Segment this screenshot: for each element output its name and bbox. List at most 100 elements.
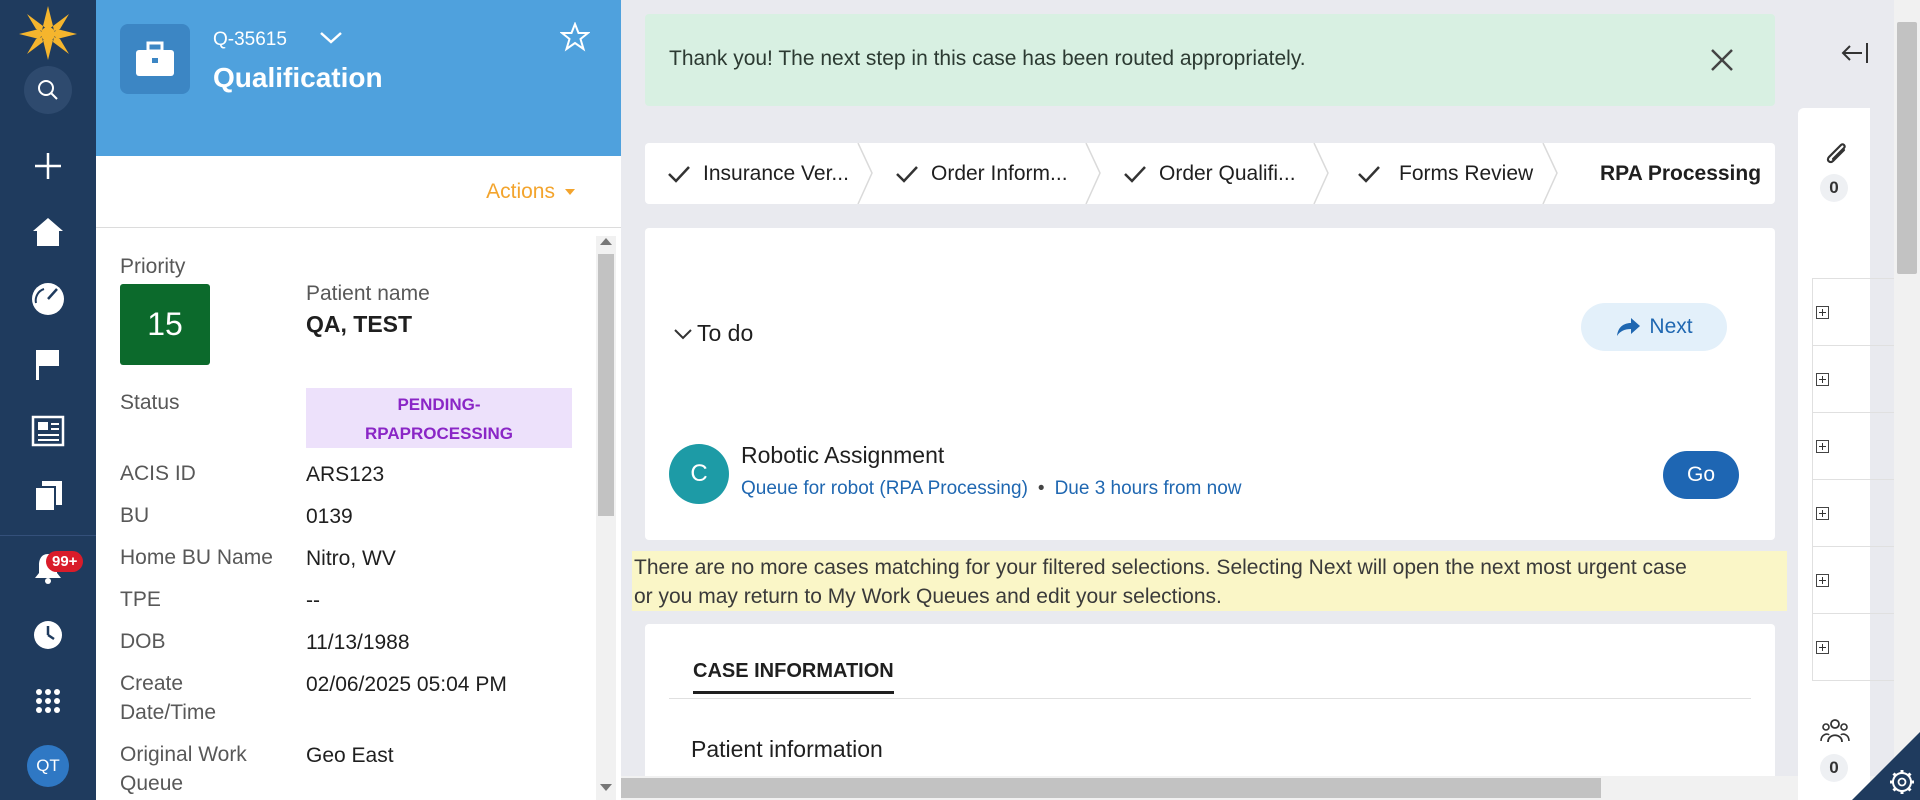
original-work-queue-value: Geo East — [306, 744, 394, 767]
scroll-down-arrow-icon[interactable] — [600, 784, 612, 791]
stage-forms-review[interactable]: Forms Review — [1329, 143, 1558, 204]
user-menu[interactable]: QT — [0, 738, 96, 794]
gauge-icon — [32, 283, 64, 315]
checkmark-icon — [1124, 165, 1146, 183]
todo-toggle[interactable]: To do — [673, 320, 753, 347]
status-value-line1: PENDING- — [397, 395, 481, 414]
home-bu-label: Home BU Name — [120, 546, 273, 569]
widget-row[interactable] — [1813, 413, 1898, 480]
assignment-meta: Queue for robot (RPA Processing) • Due 3… — [741, 478, 1241, 500]
case-menu-toggle[interactable] — [318, 30, 344, 51]
dob-value: 11/13/1988 — [306, 631, 410, 654]
followers-button[interactable] — [1820, 716, 1850, 749]
notifications-nav[interactable]: 99+ — [0, 540, 96, 596]
collapse-utilities-button[interactable] — [1840, 40, 1870, 71]
case-type-badge — [120, 24, 190, 94]
notification-count-badge: 99+ — [46, 551, 84, 572]
grid-icon — [36, 689, 60, 713]
checkmark-icon — [896, 165, 918, 183]
create-button[interactable] — [0, 138, 96, 194]
case-title: Qualification — [213, 62, 383, 93]
status-badge: PENDING- RPAPROCESSING — [306, 388, 572, 448]
horizontal-scroll-thumb[interactable] — [621, 778, 1601, 798]
next-button[interactable]: Next — [1581, 303, 1727, 351]
bu-label: BU — [120, 504, 150, 527]
original-work-queue-label: Original Work Queue — [120, 740, 247, 798]
close-icon — [1711, 49, 1733, 71]
case-details-panel: Actions Priority 15 Patient name QA, TES… — [96, 156, 621, 800]
collapse-arrow-icon — [1841, 43, 1868, 63]
attachments-button[interactable] — [1822, 138, 1852, 175]
stage-label: Order Inform... — [931, 161, 1068, 185]
home-nav[interactable] — [0, 204, 96, 260]
stage-label: RPA Processing — [1600, 161, 1762, 185]
banner-message: Thank you! The next step in this case ha… — [669, 47, 1306, 70]
documents-nav[interactable] — [0, 468, 96, 524]
tab-underline — [669, 698, 1751, 699]
expand-icon — [1816, 640, 1829, 654]
stage-separator — [1085, 143, 1101, 204]
documents-icon — [34, 481, 62, 512]
settings-corner-button[interactable] — [1852, 732, 1920, 800]
home-bu-value: Nitro, WV — [306, 547, 396, 570]
widget-row[interactable] — [1813, 279, 1898, 346]
dashboard-nav[interactable] — [0, 271, 96, 327]
followers-count: 0 — [1820, 754, 1848, 782]
news-nav[interactable] — [0, 403, 96, 459]
widget-row[interactable] — [1813, 480, 1898, 547]
case-id: Q-35615 — [213, 29, 287, 50]
vertical-scroll-thumb[interactable] — [1897, 22, 1917, 274]
success-banner: Thank you! The next step in this case ha… — [645, 14, 1775, 106]
status-label: Status — [120, 391, 180, 414]
attachments-count: 0 — [1820, 174, 1848, 202]
caret-down-icon — [565, 189, 575, 195]
stage-order-information[interactable]: Order Inform... — [873, 143, 1101, 204]
stage-separator — [1313, 143, 1329, 204]
stage-separator — [1542, 143, 1558, 204]
app-logo[interactable] — [0, 5, 96, 61]
stage-order-qualification[interactable]: Order Qualifi... — [1101, 143, 1329, 204]
paperclip-icon — [1826, 143, 1846, 164]
expand-icon — [1816, 573, 1829, 587]
tpe-label: TPE — [120, 588, 161, 611]
expand-icon — [1816, 305, 1829, 319]
search-button[interactable] — [0, 62, 96, 118]
actions-label: Actions — [486, 180, 555, 203]
tpe-value: -- — [306, 589, 320, 612]
stage-separator — [857, 143, 873, 204]
flag-nav[interactable] — [0, 337, 96, 393]
details-scroll-thumb[interactable] — [598, 254, 614, 516]
gear-icon — [1852, 732, 1920, 800]
expand-icon — [1816, 439, 1829, 453]
case-header: Q-35615 Qualification — [96, 0, 621, 156]
status-value-line2: RPAPROCESSING — [365, 424, 513, 443]
widget-row[interactable] — [1813, 614, 1898, 681]
apps-nav[interactable] — [0, 673, 96, 729]
chevron-down-icon — [320, 32, 342, 44]
stage-rpa-processing-current[interactable]: RPA Processing — [1558, 143, 1775, 204]
sun-logo-icon — [19, 6, 77, 60]
acis-id-value: ARS123 — [306, 463, 385, 486]
stage-insurance-verification[interactable]: Insurance Ver... — [645, 143, 873, 204]
scroll-up-arrow-icon[interactable] — [600, 238, 612, 245]
checkmark-icon — [1358, 165, 1380, 183]
assignment-avatar: C — [669, 444, 729, 504]
widget-row[interactable] — [1813, 346, 1898, 413]
todo-title: To do — [697, 320, 754, 346]
dismiss-banner-button[interactable] — [1709, 47, 1735, 78]
patient-information-heading: Patient information — [691, 736, 883, 762]
assignment-queue-link[interactable]: Queue for robot (RPA Processing) — [741, 478, 1028, 500]
assignment-title[interactable]: Robotic Assignment — [741, 442, 944, 469]
actions-menu-button[interactable]: Actions — [486, 180, 575, 204]
tab-case-information[interactable]: CASE INFORMATION — [693, 660, 894, 694]
dob-label: DOB — [120, 630, 166, 653]
briefcase-icon — [136, 41, 174, 76]
go-button[interactable]: Go — [1663, 451, 1739, 499]
history-nav[interactable] — [0, 607, 96, 663]
follow-star-button[interactable] — [559, 21, 591, 57]
create-label-line1: Create — [120, 672, 184, 695]
priority-value: 15 — [120, 284, 210, 365]
widget-row[interactable] — [1813, 547, 1898, 614]
actions-bar: Actions — [96, 156, 621, 228]
no-more-cases-notice: There are no more cases matching for you… — [632, 551, 1787, 611]
